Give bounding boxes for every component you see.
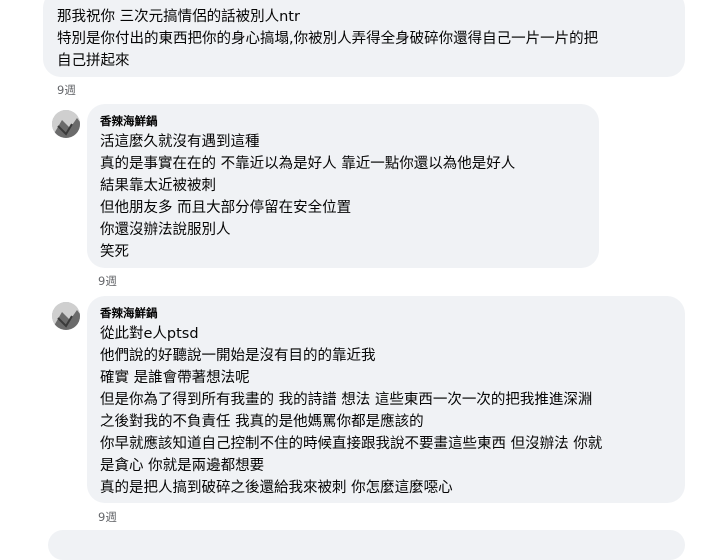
comment-timestamp[interactable]: 9週 xyxy=(98,274,117,288)
comment-text-line: 特別是你付出的東西把你的身心搞塌,你被別人弄得全身破碎你還得自己一片一片的把 xyxy=(57,31,599,47)
comment-author[interactable]: 香辣海鮮鍋 xyxy=(100,113,587,129)
avatar[interactable] xyxy=(52,110,80,138)
comment-text-line: 那我祝你 三次元搞情侶的話被別人ntr xyxy=(57,9,300,25)
comment-text-line: 自己拼起來 xyxy=(57,53,130,69)
avatar-image-icon xyxy=(52,110,80,138)
comment-text-line: 真的是把人搞到破碎之後還給我來被刺 你怎麼這麼噁心 xyxy=(100,480,453,496)
comment-text-line: 確實 是誰會帶著想法呢 xyxy=(100,370,250,386)
comment-text-line: 是貪心 你就是兩邊都想要 xyxy=(100,458,265,474)
comment-text-line: 從此對e人ptsd xyxy=(100,326,199,342)
comment-bubble: 香辣海鮮鍋 從此對e人ptsd 他們說的好聽說一開始是沒有目的的靠近我 確實 是… xyxy=(87,296,685,503)
comment-text-line: 你早就應該知道自己控制不住的時候直接跟我說不要畫這些東西 但沒辦法 你就 xyxy=(100,436,603,452)
comment-timestamp[interactable]: 9週 xyxy=(57,83,76,97)
comment-text-line: 結果靠太近被被刺 xyxy=(100,178,216,194)
comment-text-line: 活這麼久就沒有遇到這種 xyxy=(100,134,260,150)
comment-text-line: 你還沒辦法說服別人 xyxy=(100,222,231,238)
comment-bubble: 那我祝你 三次元搞情侶的話被別人ntr 特別是你付出的東西把你的身心搞塌,你被別… xyxy=(43,0,685,77)
comment-text-line: 笑死 xyxy=(100,244,129,260)
comment-author[interactable]: 香辣海鮮鍋 xyxy=(100,305,673,321)
comment-text-line: 但是你為了得到所有我畫的 我的詩譜 想法 這些東西一次一次的把我推進深淵 xyxy=(100,392,593,408)
avatar[interactable] xyxy=(52,302,80,330)
comment-text-line: 但他朋友多 而且大部分停留在安全位置 xyxy=(100,200,352,216)
avatar-image-icon xyxy=(52,302,80,330)
comment-text-line: 之後對我的不負責任 我真的是他媽罵你都是應該的 xyxy=(100,414,424,430)
comment-text-line: 他們說的好聽說一開始是沒有目的的靠近我 xyxy=(100,348,376,364)
comment-text-line: 真的是事實在在的 不靠近以為是好人 靠近一點你還以為他是好人 xyxy=(100,156,516,172)
comment-timestamp[interactable]: 9週 xyxy=(98,510,117,524)
comment-bubble: 香辣海鮮鍋 活這麼久就沒有遇到這種 真的是事實在在的 不靠近以為是好人 靠近一點… xyxy=(87,104,599,268)
